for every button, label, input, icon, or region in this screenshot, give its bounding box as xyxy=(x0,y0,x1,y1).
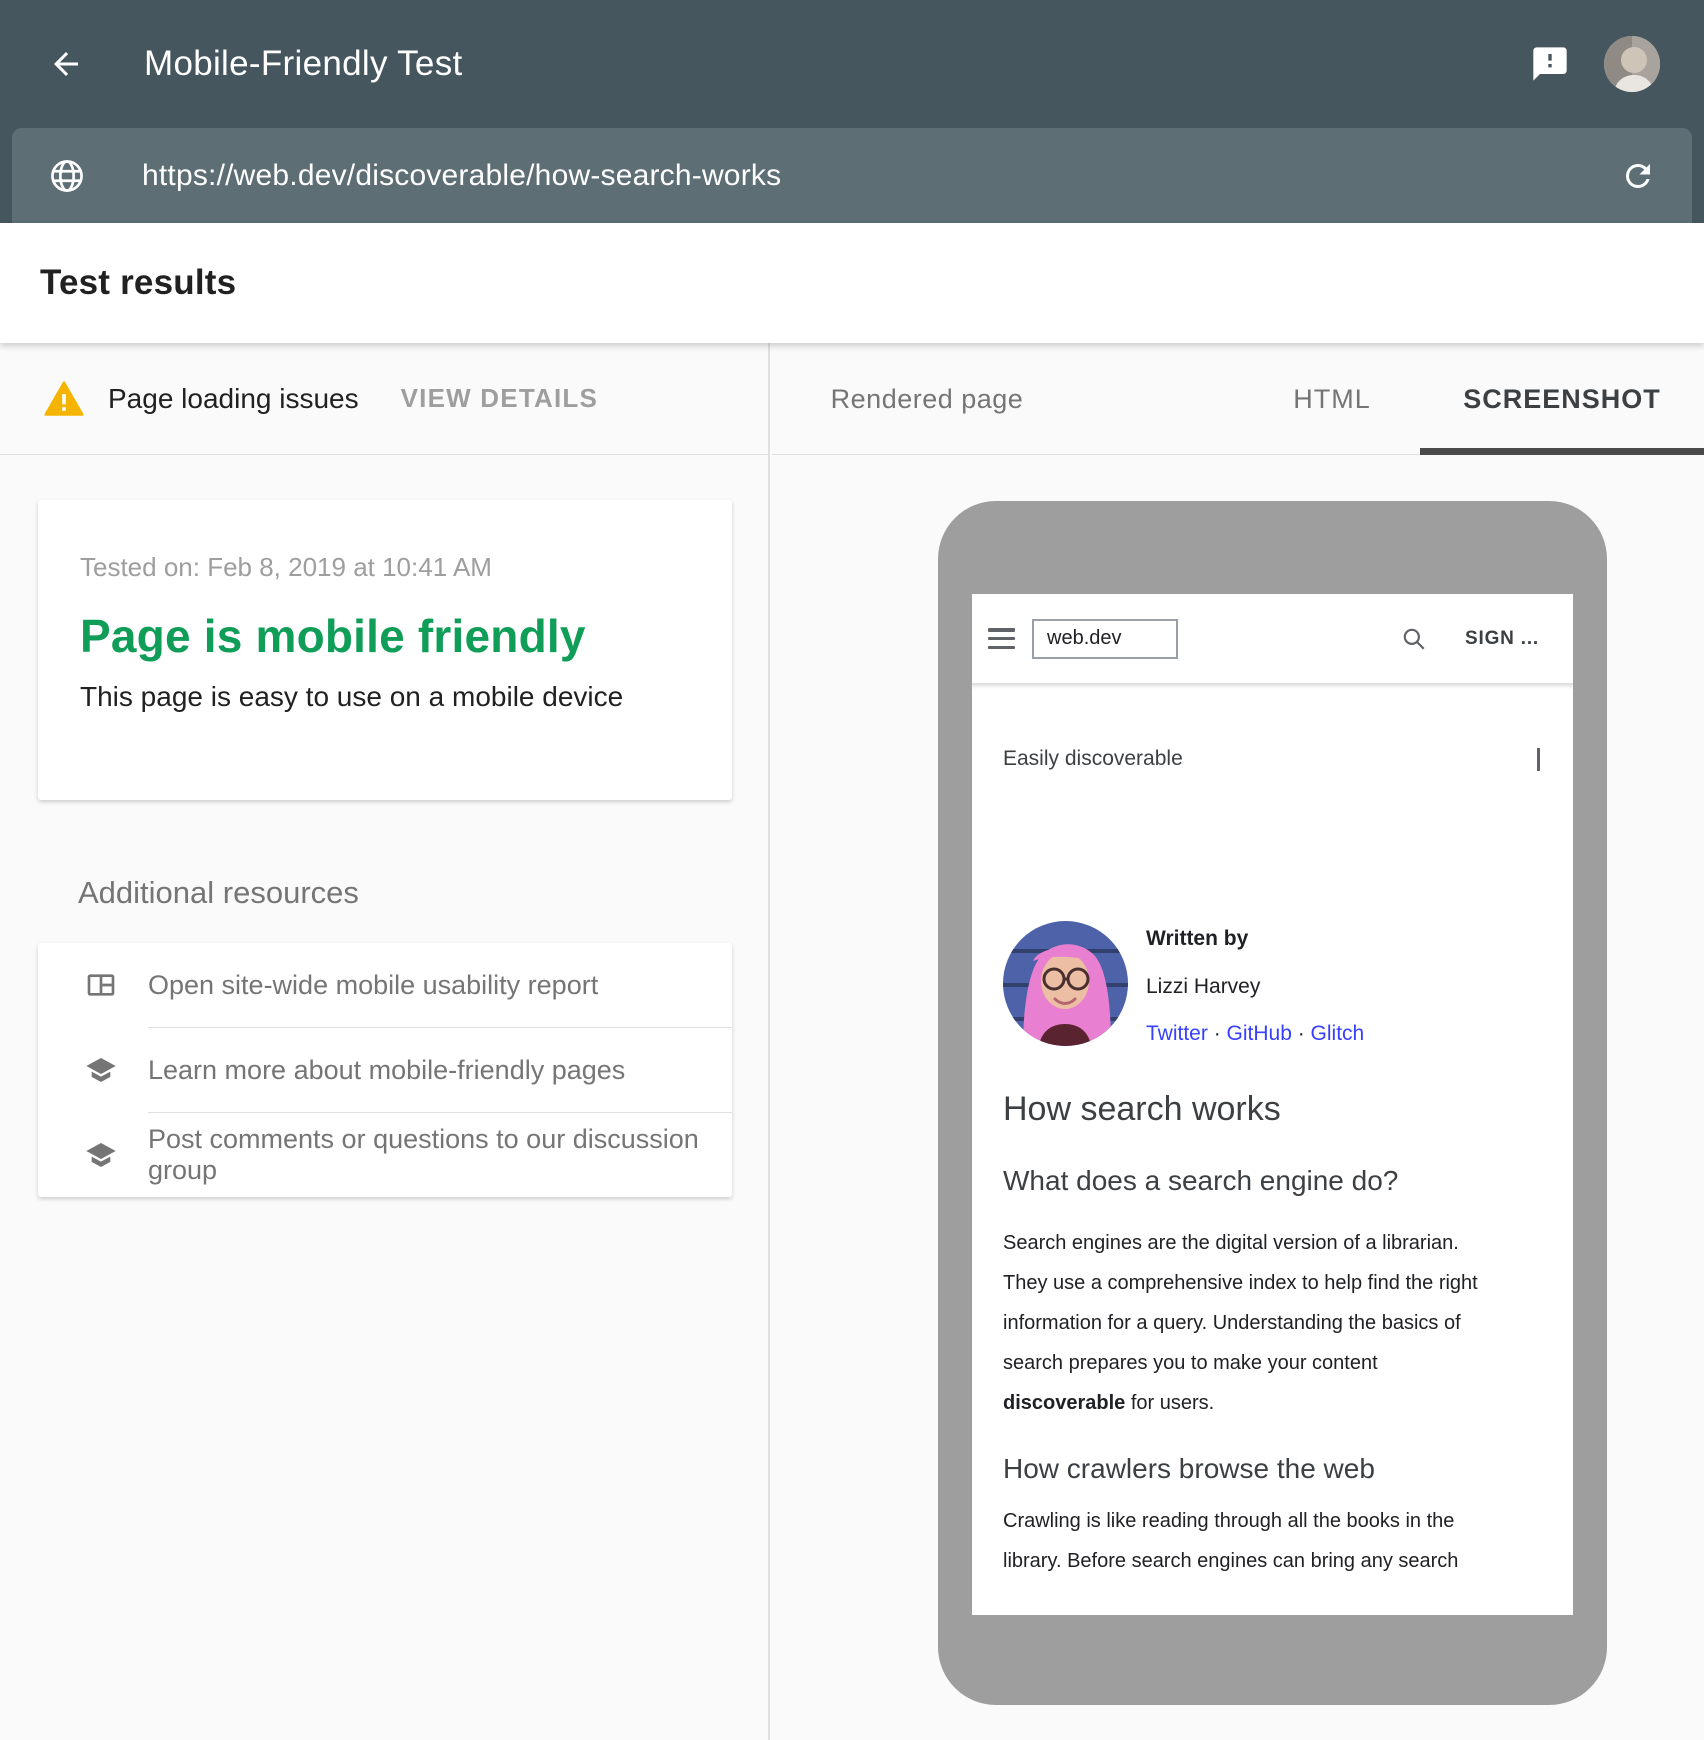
results-header: Test results xyxy=(0,223,1704,343)
left-panel: Page loading issues VIEW DETAILS Tested … xyxy=(0,343,770,1740)
globe-icon xyxy=(48,157,86,195)
sign-in-label: SIGN ... xyxy=(1465,628,1539,650)
author-block: Written by Lizzi Harvey Twitter · GitHub… xyxy=(1003,921,1540,1046)
url-text[interactable]: https://web.dev/discoverable/how-search-… xyxy=(142,159,781,193)
back-arrow-icon[interactable] xyxy=(44,42,88,86)
tabs-row: Rendered page HTML SCREENSHOT xyxy=(772,343,1704,455)
author-name: Lizzi Harvey xyxy=(1146,975,1364,999)
screenshot-site-header: web.dev SIGN ... xyxy=(972,594,1573,685)
resource-item-learn-more[interactable]: Learn more about mobile-friendly pages xyxy=(38,1028,732,1112)
resource-label: Post comments or questions to our discus… xyxy=(148,1124,732,1186)
author-text-column: Written by Lizzi Harvey Twitter · GitHub… xyxy=(1146,921,1364,1046)
resource-label: Open site-wide mobile usability report xyxy=(148,970,598,1001)
tab-rendered-page[interactable]: Rendered page xyxy=(812,343,1042,455)
article-paragraph-1: Search engines are the digital version o… xyxy=(1003,1223,1540,1423)
twitter-link: Twitter xyxy=(1146,1022,1208,1045)
article-heading-2: What does a search engine do? xyxy=(1003,1165,1540,1197)
resource-item-discussion-group[interactable]: Post comments or questions to our discus… xyxy=(38,1113,732,1197)
school-icon xyxy=(85,1054,117,1086)
warning-icon xyxy=(44,381,84,417)
site-search-value: web.dev xyxy=(1047,627,1122,650)
right-panel: Rendered page HTML SCREENSHOT web.dev SI… xyxy=(772,343,1704,1740)
tested-on-label: Tested on: Feb 8, 2019 at 10:41 AM xyxy=(80,552,690,583)
verdict-title: Page is mobile friendly xyxy=(80,609,690,663)
issues-label: Page loading issues xyxy=(108,383,359,415)
phone-mockup: web.dev SIGN ... Easily discoverable xyxy=(938,501,1607,1705)
mobile-friendly-test-app: { "app_bar": { "title": "Mobile-Friendly… xyxy=(0,0,1704,1740)
result-card: Tested on: Feb 8, 2019 at 10:41 AM Page … xyxy=(38,500,732,800)
feedback-icon[interactable] xyxy=(1526,40,1574,88)
link-separator: · xyxy=(1298,1022,1311,1045)
article-paragraph-2: Crawling is like reading through all the… xyxy=(1003,1501,1540,1581)
verdict-description: This page is easy to use on a mobile dev… xyxy=(80,681,690,713)
content-area: Page loading issues VIEW DETAILS Tested … xyxy=(0,343,1704,1740)
app-title: Mobile-Friendly Test xyxy=(144,44,463,84)
github-link: GitHub xyxy=(1227,1022,1292,1045)
tab-html[interactable]: HTML xyxy=(1252,343,1412,455)
page-title: Test results xyxy=(40,263,236,303)
app-bar: Mobile-Friendly Test https://web.dev/dis… xyxy=(0,0,1704,223)
article-heading-3: How crawlers browse the web xyxy=(1003,1453,1540,1485)
hamburger-icon xyxy=(988,628,1015,649)
user-avatar[interactable] xyxy=(1604,36,1660,92)
site-search-box: web.dev xyxy=(1032,619,1178,659)
article-title: How search works xyxy=(1003,1090,1540,1129)
additional-resources-card: Open site-wide mobile usability report L… xyxy=(38,943,732,1197)
caret-bar xyxy=(1537,748,1540,771)
app-bar-top-row: Mobile-Friendly Test xyxy=(0,0,1704,128)
link-separator: · xyxy=(1214,1022,1227,1045)
school-icon xyxy=(85,1139,117,1171)
view-details-button[interactable]: VIEW DETAILS xyxy=(401,383,598,414)
author-avatar xyxy=(1003,921,1128,1046)
resource-label: Learn more about mobile-friendly pages xyxy=(148,1055,625,1086)
refresh-icon[interactable] xyxy=(1620,158,1656,194)
active-tab-underline xyxy=(1420,448,1704,455)
page-loading-issues-row: Page loading issues VIEW DETAILS xyxy=(0,343,770,455)
screenshot-page-body: Easily discoverable xyxy=(972,747,1573,1581)
resource-item-usability-report[interactable]: Open site-wide mobile usability report xyxy=(38,943,732,1027)
search-icon xyxy=(1401,626,1427,652)
phone-screenshot: web.dev SIGN ... Easily discoverable xyxy=(972,594,1573,1615)
tab-screenshot[interactable]: SCREENSHOT xyxy=(1420,343,1704,455)
additional-resources-heading: Additional resources xyxy=(78,875,359,911)
usability-report-icon xyxy=(85,969,117,1001)
author-links: Twitter · GitHub · Glitch xyxy=(1146,1022,1364,1046)
bold-discoverable: discoverable xyxy=(1003,1392,1125,1414)
written-by-label: Written by xyxy=(1146,927,1364,951)
url-bar[interactable]: https://web.dev/discoverable/how-search-… xyxy=(12,128,1692,223)
section-title: Easily discoverable xyxy=(1003,747,1183,771)
glitch-link: Glitch xyxy=(1311,1022,1365,1045)
section-row: Easily discoverable xyxy=(1003,747,1540,771)
